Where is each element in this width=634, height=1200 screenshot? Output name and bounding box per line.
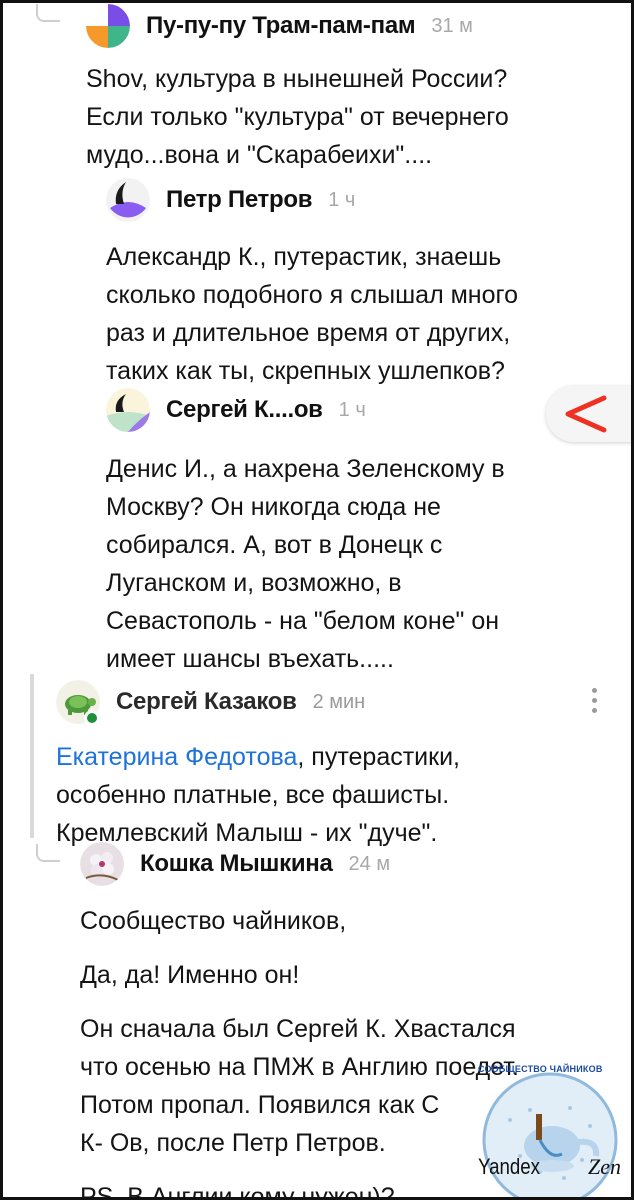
avatar-pinwheel-icon [86, 4, 130, 48]
comment-time: 2 мин [312, 690, 366, 713]
comment-line: раз и длительное время от других, [106, 319, 511, 347]
avatar-abstract-icon [106, 388, 150, 432]
comment-line: таких как ты, скрепных ушлепков? [106, 357, 505, 385]
comment: Петр Петров 1 ч Александр К., путерастик… [106, 178, 626, 390]
author-name[interactable]: Сергей Казаков [116, 688, 297, 716]
comment-line: сколько подобного я слышал много [106, 281, 518, 309]
more-dot [592, 698, 597, 703]
avatar[interactable] [106, 388, 150, 432]
comment-header: Сергей К....ов 1 ч [106, 388, 626, 432]
comment-line: Луганском и, возможно, в [106, 569, 402, 597]
comment-text: Денис И., а нахрена Зеленскому в Москву?… [106, 450, 626, 678]
comment-line: Если только "культура" от вечернего [86, 103, 509, 131]
comment-time: 1 ч [338, 398, 366, 421]
avatar[interactable] [80, 842, 124, 886]
brand-zen: Zen [588, 1154, 621, 1179]
author-name[interactable]: Петр Петров [166, 186, 312, 214]
author-name[interactable]: Сергей К....ов [166, 396, 323, 424]
reply-thread-line [36, 4, 60, 22]
online-status-dot [84, 710, 100, 726]
community-logo-text: СООБЩЕСТВО ЧАЙНИКОВ [478, 1064, 603, 1074]
comment-line: Он сначала был Сергей К. Хвастался [80, 1015, 516, 1043]
comment: Сергей К....ов 1 ч Денис И., а нахрена З… [106, 388, 626, 678]
comment: Пу-пу-пу Трам-пам-пам 31 м Shov, культур… [86, 4, 626, 174]
comment-line: Сообщество чайников, [80, 907, 347, 935]
comment-time: 31 м [431, 14, 473, 37]
author-name[interactable]: Пу-пу-пу Трам-пам-пам [146, 12, 416, 40]
comment-line: Да, да! Именно он! [80, 961, 300, 989]
comment-text: Shov, культура в нынешней России? Если т… [86, 60, 626, 174]
comment-line: Денис И., а нахрена Зеленскому в [106, 455, 505, 483]
comment-line: Александр К., путерастик, знаешь [106, 243, 502, 271]
comment-line: собирался. А, вот в Донецк с [106, 531, 443, 559]
comment-header: Пу-пу-пу Трам-пам-пам 31 м [86, 4, 626, 48]
comment-header: Кошка Мышкина 24 м [80, 842, 626, 886]
avatar[interactable] [86, 4, 130, 48]
avatar-abstract-icon [106, 178, 150, 222]
more-dot [592, 708, 597, 713]
avatar[interactable] [106, 178, 150, 222]
mention-link[interactable]: Екатерина Федотова [56, 743, 297, 771]
author-name[interactable]: Кошка Мышкина [140, 850, 333, 878]
comment-time: 24 м [348, 852, 391, 875]
comment-text: Александр К., путерастик, знаешь сколько… [106, 238, 626, 390]
comment-text: Екатерина Федотова, путерастики, особенн… [56, 738, 596, 852]
more-options-button[interactable] [592, 688, 598, 718]
comment-line: Екатерина Федотова, путерастики, [56, 738, 596, 776]
comment-line: мудо...вона и "Скарабеихи".... [86, 141, 433, 169]
comment-header: Петр Петров 1 ч [106, 178, 626, 222]
reply-thread-line [36, 844, 60, 862]
brand-yandex: Yandex [478, 1154, 541, 1179]
comment-time: 1 ч [328, 188, 356, 211]
comment-line: Москву? Он никогда сюда не [106, 493, 441, 521]
more-dot [592, 688, 597, 693]
comment: Сергей Казаков 2 мин Екатерина Федотова,… [56, 680, 596, 852]
comment-line: имеет шансы въехать..... [106, 645, 394, 673]
comment-header: Сергей Казаков 2 мин [56, 680, 596, 724]
comment-line: Севастополь - на "белом коне" он [106, 607, 500, 635]
comment-line-rest: , путерастики, [297, 743, 460, 771]
flower-avatar-icon [80, 842, 124, 886]
comment-line: особенно платные, все фашисты. [56, 781, 450, 809]
comment-line: Shov, культура в нынешней России? [86, 65, 508, 93]
